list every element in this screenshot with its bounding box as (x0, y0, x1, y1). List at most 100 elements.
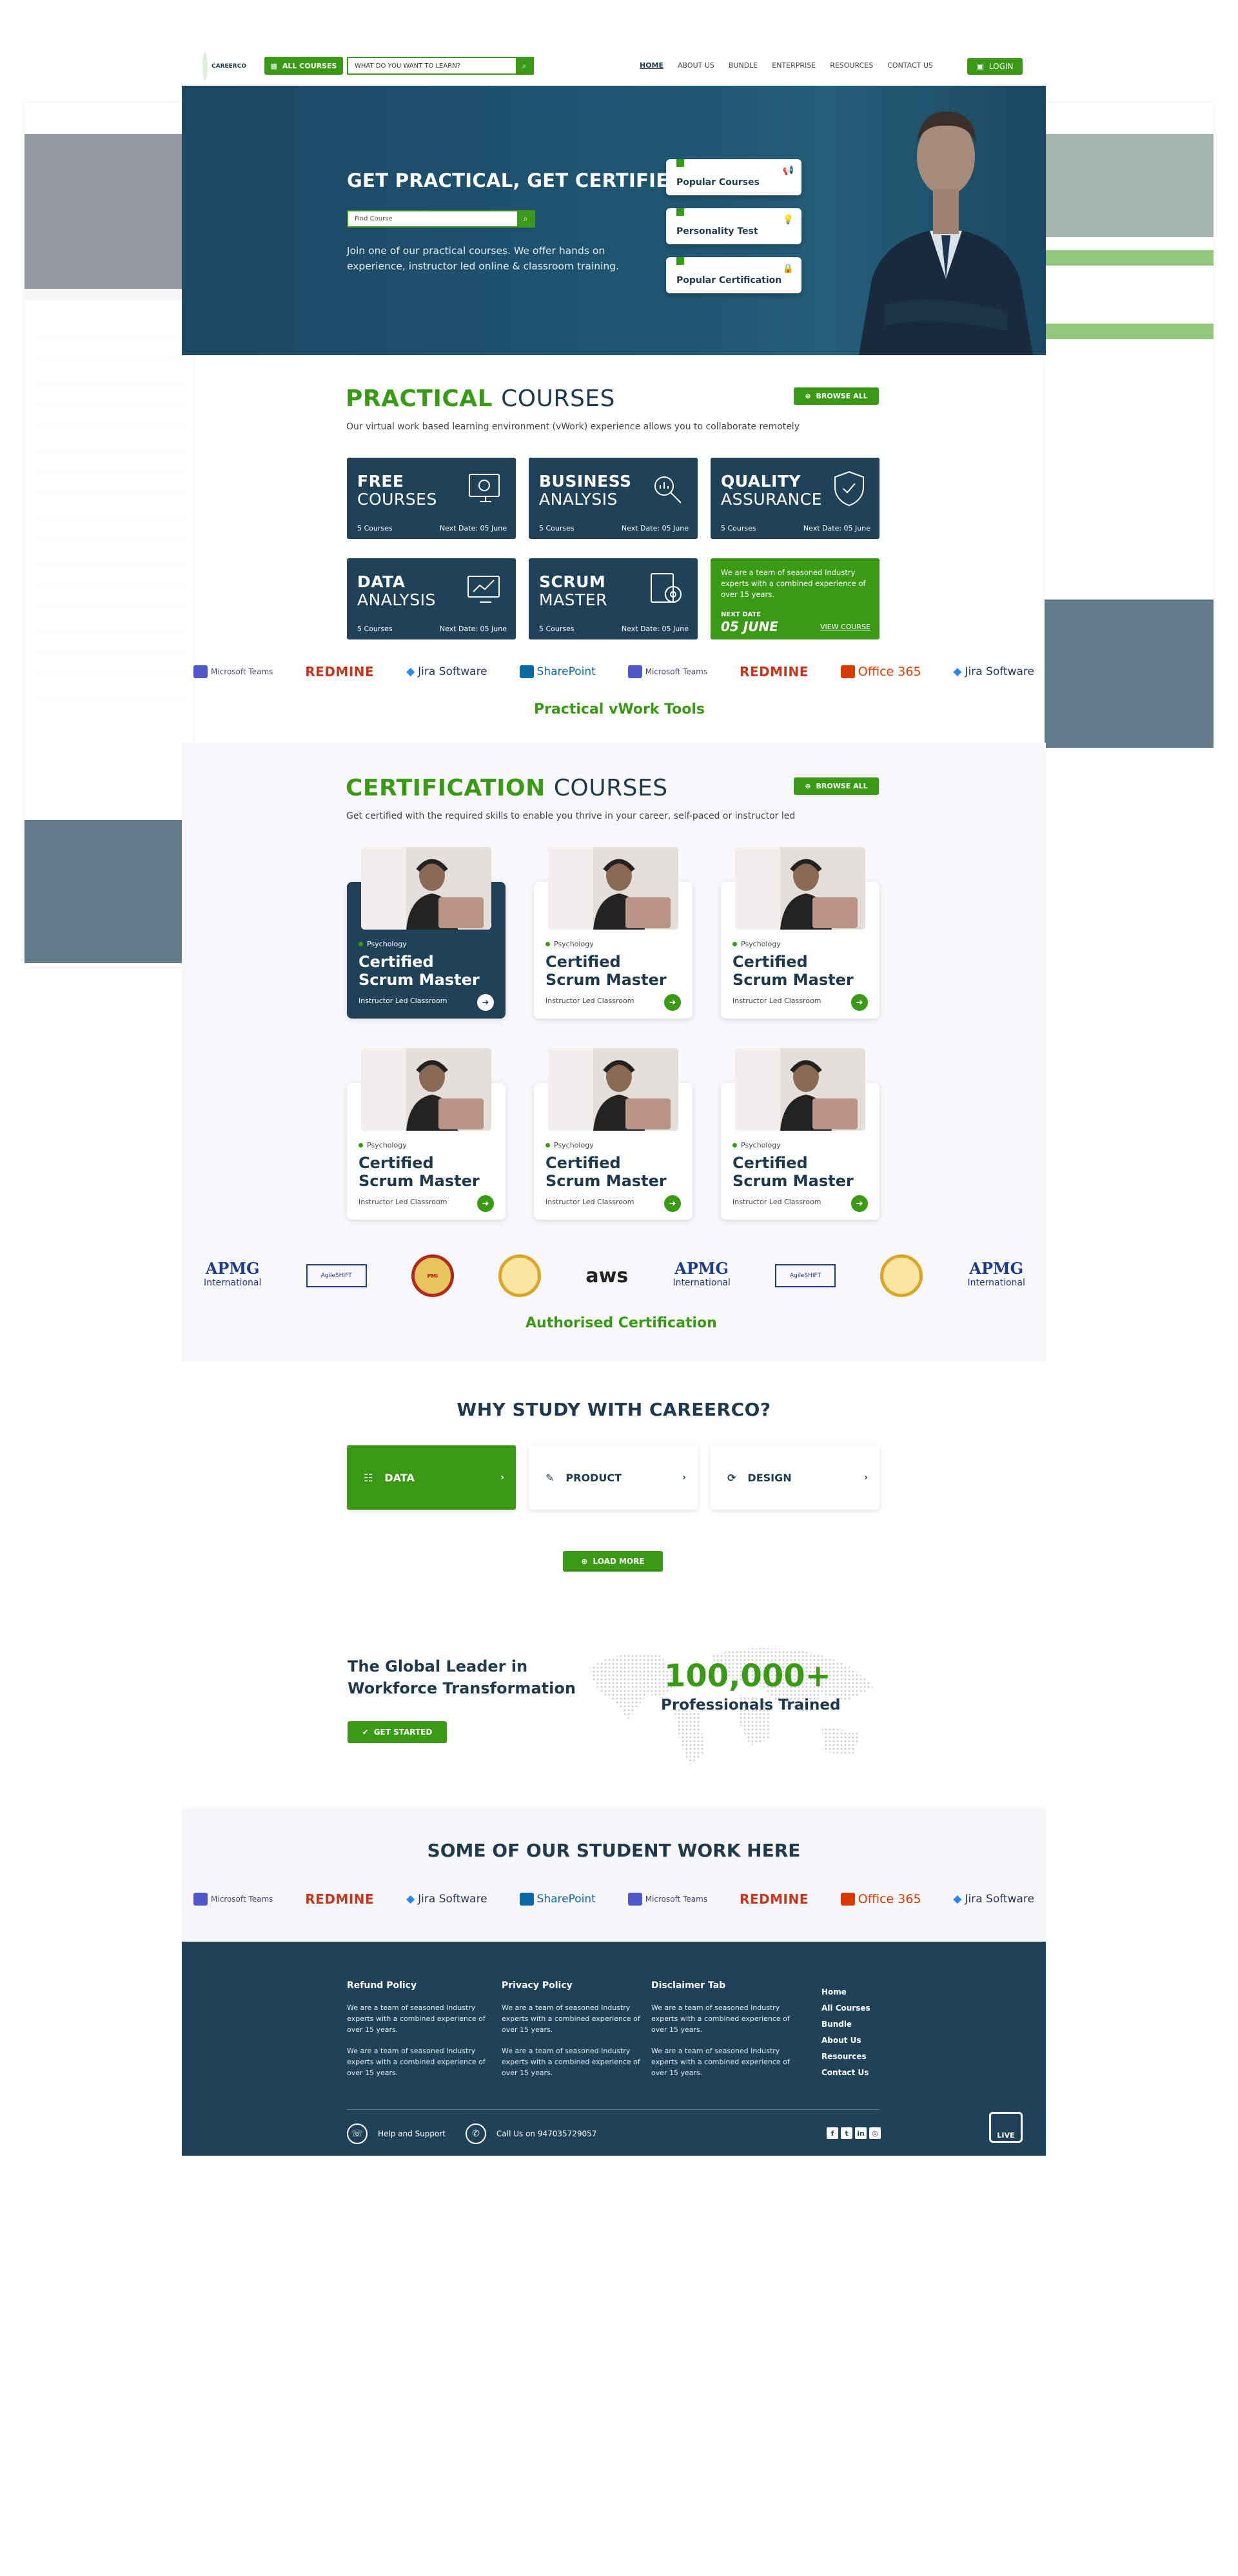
partner-logo-strip: APMG International AgileSHIFT PMI aws APM… (204, 1254, 1025, 1297)
bulb-icon: 💡 (782, 215, 794, 225)
tab-data[interactable]: ☷ DATA › (347, 1445, 516, 1510)
facebook-icon[interactable]: f (827, 2127, 838, 2139)
course-type: Instructor Led Classroom (732, 1198, 821, 1206)
tab-product[interactable]: ✎ PRODUCT › (529, 1445, 698, 1510)
certification-title: CERTIFICATION COURSES (346, 775, 668, 801)
certification-card[interactable]: Psychology Certified Scrum Master Instruct… (347, 1048, 506, 1220)
award-badge (498, 1254, 542, 1297)
footer-link-about[interactable]: About Us (821, 2033, 870, 2049)
practical-title: PRACTICAL COURSES (346, 385, 615, 412)
popular-courses-card[interactable]: Popular Courses 📢 (666, 159, 801, 195)
arrow-right-icon[interactable]: ➜ (851, 994, 868, 1011)
background-footer-right (1045, 600, 1213, 748)
course-type: Instructor Led Classroom (545, 997, 634, 1005)
businessman-photo (859, 112, 1033, 355)
course-category: Psychology (732, 940, 781, 948)
login-button[interactable]: ▣ LOGIN (967, 58, 1023, 75)
microsoft-teams-logo: Microsoft Teams (627, 1893, 707, 1906)
course-type: Instructor Led Classroom (359, 1198, 447, 1206)
footer-link-home[interactable]: Home (821, 1984, 870, 2000)
call-us[interactable]: ✆ Call Us on 947035729057 (466, 2123, 596, 2144)
instagram-icon[interactable]: ◎ (869, 2127, 881, 2139)
certification-card[interactable]: Psychology Certified Scrum Master Instruct… (347, 847, 506, 1019)
nav-enterprise[interactable]: ENTERPRISE (772, 61, 816, 70)
trained-count: 100,000+ (664, 1658, 831, 1694)
chevron-right-icon: › (864, 1472, 868, 1483)
social-links: f t in ◎ (827, 2127, 881, 2139)
product-icon: ✎ (545, 1471, 555, 1484)
certification-card[interactable]: Psychology Certified Scrum Master Instruct… (534, 1048, 693, 1220)
search-icon[interactable]: ⌕ (517, 211, 534, 226)
popular-certification-card[interactable]: Popular Certification 🔒 (666, 257, 801, 293)
nav-home[interactable]: HOME (640, 61, 663, 70)
hero-title: GET PRACTICAL, GET CERTIFIED. (347, 170, 693, 191)
twitter-icon[interactable]: t (841, 2127, 852, 2139)
help-support[interactable]: ☏ Help and Support (347, 2123, 446, 2144)
brand-logo[interactable]: CAREERCO (202, 52, 246, 81)
lock-icon: 🔒 (782, 264, 794, 274)
linkedin-icon[interactable]: in (855, 2127, 867, 2139)
all-courses-button[interactable]: ▦ ALL COURSES (264, 57, 343, 75)
footer-link-resources[interactable]: Resources (821, 2049, 870, 2065)
chevron-right-icon: › (500, 1472, 504, 1483)
apmg-logo: APMG International (204, 1259, 262, 1289)
course-card-data-analysis[interactable]: DATA ANALYSIS 5 Courses Next Date: 05 June (347, 558, 516, 639)
load-more-button[interactable]: ⊕ LOAD MORE (563, 1551, 663, 1572)
live-chat-icon[interactable]: LIVE (989, 2112, 1023, 2143)
hero-search-input[interactable]: Find Course (348, 211, 517, 226)
arrow-right-icon[interactable]: ➜ (477, 1195, 494, 1212)
certification-card[interactable]: Psychology Certified Scrum Master Instruct… (721, 847, 879, 1019)
grid-icon: ▦ (270, 61, 277, 70)
view-course-link[interactable]: VIEW COURSE (820, 623, 870, 631)
trained-label: Professionals Trained (661, 1697, 841, 1713)
promo-card: We are a team of seasoned Industry exper… (711, 558, 879, 639)
agileshift-logo: AgileSHIFT (306, 1264, 367, 1287)
course-card-business-analysis[interactable]: BUSINESS ANALYSIS 5 Courses Next Date: 05 … (529, 458, 698, 539)
browse-all-certification-button[interactable]: ⊕ BROWSE ALL (794, 777, 879, 795)
browse-all-practical-button[interactable]: ⊕ BROWSE ALL (794, 387, 879, 405)
footer-link-contact[interactable]: Contact Us (821, 2065, 870, 2081)
search-input[interactable]: WHAT DO YOU WANT TO LEARN? (348, 63, 516, 70)
chevron-right-icon: › (682, 1472, 686, 1483)
student-work-title: SOME OF OUR STUDENT WORK HERE (427, 1840, 801, 1861)
nav-resources[interactable]: RESOURCES (830, 61, 873, 70)
footer-link-bundle[interactable]: Bundle (821, 2016, 870, 2033)
arrow-right-icon[interactable]: ➜ (664, 1195, 681, 1212)
redmine-logo: REDMINE (739, 1891, 809, 1907)
nav-contact[interactable]: CONTACT US (887, 61, 933, 70)
arrow-right-icon[interactable]: ➜ (477, 994, 494, 1011)
tab-design[interactable]: ⟳ DESIGN › (711, 1445, 879, 1510)
sharepoint-logo: SharePoint (519, 665, 596, 678)
course-type: Instructor Led Classroom (545, 1198, 634, 1206)
design-icon: ⟳ (727, 1471, 736, 1484)
footer-link-all-courses[interactable]: All Courses (821, 2000, 870, 2016)
jira-logo: ◆ Jira Software (406, 665, 487, 678)
shield-icon (834, 471, 864, 507)
course-card-quality-assurance[interactable]: QUALITY ASSURANCE 5 Courses Next Date: 05 … (711, 458, 879, 539)
footer-divider (347, 2109, 879, 2110)
course-card-scrum-master[interactable]: SCRUM MASTER 5 Courses Next Date: 05 June (529, 558, 698, 639)
certification-card[interactable]: Psychology Certified Scrum Master Instruct… (534, 847, 693, 1019)
hero-text: Join one of our practical courses. We of… (347, 245, 619, 272)
nav-about[interactable]: ABOUT US (678, 61, 714, 70)
header-search[interactable]: WHAT DO YOU WANT TO LEARN? ⌕ (347, 57, 534, 75)
phone-icon: ✆ (466, 2123, 486, 2144)
course-category: Psychology (732, 1141, 781, 1149)
nav-bundle[interactable]: BUNDLE (729, 61, 758, 70)
tools-logo-strip: Microsoft Teams REDMINE ◆ Jira Software S… (193, 664, 1034, 679)
data-icon: ☷ (364, 1471, 373, 1484)
personality-test-card[interactable]: Personality Test 💡 (666, 208, 801, 244)
arrow-right-icon[interactable]: ➜ (664, 994, 681, 1011)
main-nav: HOME ABOUT US BUNDLE ENTERPRISE RESOURCE… (640, 61, 933, 70)
get-started-button[interactable]: ✔ GET STARTED (348, 1721, 447, 1743)
microsoft-teams-logo: Microsoft Teams (193, 665, 273, 678)
microsoft-teams-logo: Microsoft Teams (627, 665, 707, 678)
certification-card[interactable]: Psychology Certified Scrum Master Instruct… (721, 1048, 879, 1220)
award-badge (880, 1254, 923, 1297)
course-card-free[interactable]: FREE COURSES 5 Courses Next Date: 05 June (347, 458, 516, 539)
hero-search[interactable]: Find Course ⌕ (347, 210, 535, 228)
search-icon[interactable]: ⌕ (516, 58, 533, 73)
arrow-right-icon[interactable]: ➜ (851, 1195, 868, 1212)
footer: Refund Policy We are a team of seasoned I… (182, 1942, 1046, 2156)
course-category: Psychology (359, 1141, 407, 1149)
